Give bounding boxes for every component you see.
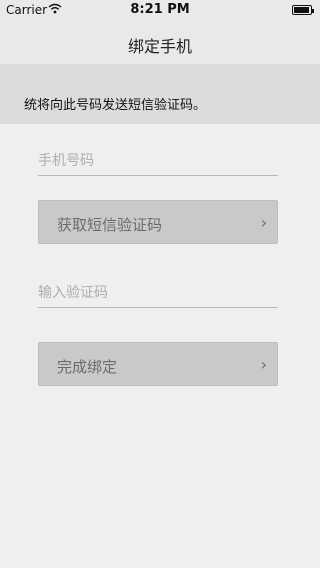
phone-number-input[interactable] bbox=[38, 146, 278, 176]
chevron-right-icon: › bbox=[260, 213, 267, 232]
complete-binding-label: 完成绑定 bbox=[57, 358, 118, 376]
notice-banner: 统将向此号码发送短信验证码。 bbox=[0, 64, 320, 124]
get-sms-code-button[interactable]: 获取短信验证码 › bbox=[38, 200, 278, 244]
get-sms-code-label: 获取短信验证码 bbox=[57, 216, 163, 234]
battery-icon bbox=[292, 5, 314, 15]
status-bar: Carrier 8:21 PM bbox=[0, 0, 320, 20]
navigation-bar: 绑定手机 bbox=[0, 20, 320, 64]
notice-text: 统将向此号码发送短信验证码。 bbox=[24, 98, 207, 113]
chevron-right-icon: › bbox=[260, 355, 267, 374]
page-title: 绑定手机 bbox=[127, 37, 192, 56]
status-time: 8:21 PM bbox=[130, 2, 190, 17]
complete-binding-button[interactable]: 完成绑定 › bbox=[38, 342, 278, 386]
verification-code-input[interactable] bbox=[38, 278, 278, 308]
